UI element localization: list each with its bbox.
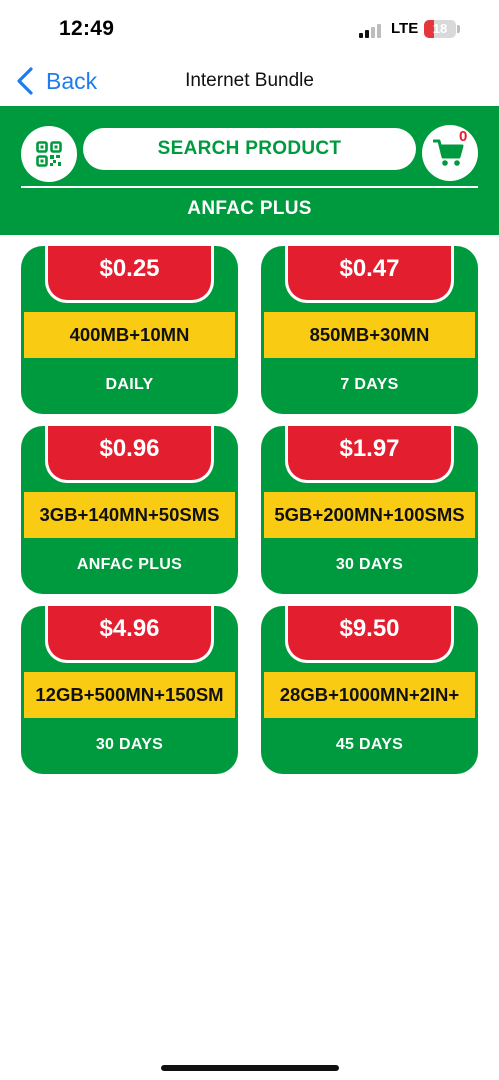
product-card[interactable]: $1.97 5GB+200MN+100SMS 30 DAYS <box>261 426 478 594</box>
bundle-details: 12GB+500MN+150SM <box>24 672 235 718</box>
battery-cap <box>457 25 460 33</box>
bundle-details: 400MB+10MN <box>24 312 235 358</box>
validity-label: 30 DAYS <box>335 556 404 573</box>
category-title: ANFAC PLUS <box>187 198 312 219</box>
price-badge: $1.97 <box>285 426 454 483</box>
bundle-details: 3GB+140MN+50SMS <box>24 492 235 538</box>
cart-button[interactable]: 0 <box>422 125 478 181</box>
network-type: LTE <box>391 20 419 37</box>
status-bar: 12:49 LTE 18 <box>0 0 499 58</box>
validity-label: DAILY <box>105 376 154 393</box>
header-divider <box>21 186 478 188</box>
price-badge: $0.96 <box>45 426 214 483</box>
signal-icon <box>359 24 385 38</box>
store-header: SEARCH PRODUCT 0 ANFAC PLUS <box>0 106 499 235</box>
validity-label: 30 DAYS <box>95 736 164 753</box>
validity-label: ANFAC PLUS <box>76 556 183 573</box>
page-title: Internet Bundle <box>185 70 314 91</box>
bundle-details: 5GB+200MN+100SMS <box>264 492 475 538</box>
navigation-bar: Back Internet Bundle <box>0 58 499 106</box>
cart-count-badge: 0 <box>459 128 468 145</box>
validity-label: 45 DAYS <box>335 736 404 753</box>
product-card[interactable]: $9.50 28GB+1000MN+2IN+ 45 DAYS <box>261 606 478 774</box>
product-card[interactable]: $0.25 400MB+10MN DAILY <box>21 246 238 414</box>
search-product-button[interactable]: SEARCH PRODUCT <box>83 128 416 170</box>
qr-code-icon <box>36 141 62 167</box>
battery-icon: 18 <box>424 20 456 38</box>
price-badge: $4.96 <box>45 606 214 663</box>
product-card[interactable]: $0.96 3GB+140MN+50SMS ANFAC PLUS <box>21 426 238 594</box>
price-badge: $0.25 <box>45 246 214 303</box>
validity-label: 7 DAYS <box>340 376 399 393</box>
search-label: SEARCH PRODUCT <box>157 138 342 159</box>
status-time: 12:49 <box>59 17 115 40</box>
bundle-details: 28GB+1000MN+2IN+ <box>264 672 475 718</box>
home-indicator[interactable] <box>161 1065 339 1071</box>
product-card[interactable]: $4.96 12GB+500MN+150SM 30 DAYS <box>21 606 238 774</box>
battery-level: 18 <box>432 21 448 36</box>
price-badge: $0.47 <box>285 246 454 303</box>
product-card[interactable]: $0.47 850MB+30MN 7 DAYS <box>261 246 478 414</box>
bundle-details: 850MB+30MN <box>264 312 475 358</box>
qr-scan-button[interactable] <box>21 126 77 182</box>
price-badge: $9.50 <box>285 606 454 663</box>
